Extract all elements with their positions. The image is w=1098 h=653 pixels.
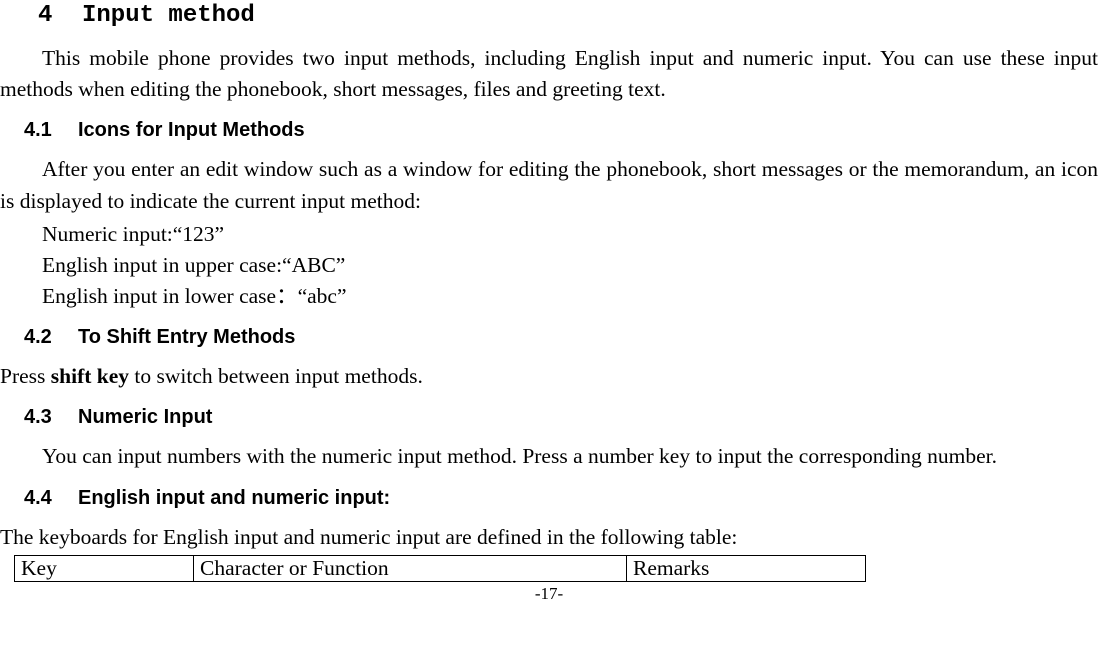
section-number: 4.3 [24,406,78,429]
section-title: Numeric Input [78,406,212,428]
section-41-lead: After you enter an edit window such as a… [0,154,1098,216]
section-heading-43: 4.3Numeric Input [24,406,1098,429]
input-mode-line: English input in lower case：“abc” [42,281,1098,312]
table-header-remarks: Remarks [627,555,866,581]
section-title: Icons for Input Methods [78,119,305,141]
section-43-paragraph: You can input numbers with the numeric i… [0,441,1098,472]
section-title: English input and numeric input: [78,487,390,509]
section-number: 4.4 [24,487,78,510]
chapter-heading: 4Input method [38,2,1098,29]
section-44-lead: The keyboards for English input and nume… [0,522,1098,553]
section-number: 4.1 [24,119,78,142]
section-heading-41: 4.1Icons for Input Methods [24,119,1098,142]
chapter-number: 4 [38,2,82,29]
section-heading-44: 4.4English input and numeric input: [24,487,1098,510]
page-number: -17- [0,584,1098,604]
text-run: to switch between input methods. [129,364,423,388]
chapter-title: Input method [82,2,255,29]
table-header-key: Key [15,555,194,581]
section-title: To Shift Entry Methods [78,326,295,348]
section-41-list: Numeric input:“123” English input in upp… [42,219,1098,313]
input-mode-line: Numeric input:“123” [42,219,1098,250]
table-row: Key Character or Function Remarks [15,555,866,581]
section-number: 4.2 [24,326,78,349]
intro-paragraph: This mobile phone provides two input met… [0,43,1098,105]
text-run: Press [0,364,51,388]
input-mode-line: English input in upper case:“ABC” [42,250,1098,281]
key-table: Key Character or Function Remarks [14,555,866,582]
section-42-line: Press shift key to switch between input … [0,361,1098,392]
shift-key-term: shift key [51,364,129,388]
table-header-char: Character or Function [194,555,627,581]
section-heading-42: 4.2To Shift Entry Methods [24,326,1098,349]
